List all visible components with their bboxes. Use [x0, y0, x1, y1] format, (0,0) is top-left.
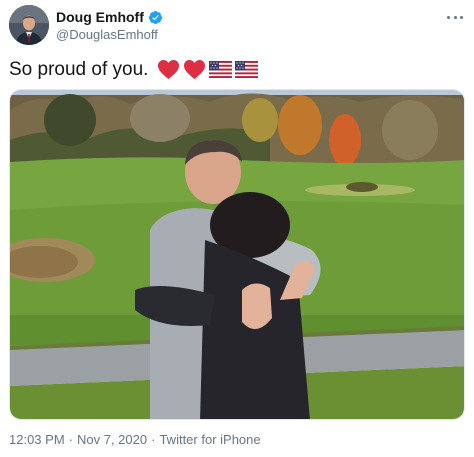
red-heart-icon — [158, 59, 180, 80]
tweet-text: So proud of you. — [9, 58, 259, 81]
tweet-time[interactable]: 12:03 PM — [9, 432, 65, 448]
more-dots-icon[interactable] — [447, 9, 463, 25]
avatar[interactable] — [9, 5, 49, 45]
author-name-row: Doug Emhoff — [56, 9, 163, 26]
author-display-name[interactable]: Doug Emhoff — [56, 9, 144, 26]
verified-badge-icon — [148, 10, 162, 25]
meta-separator: · — [151, 432, 156, 447]
tweet-text-content: So proud of you. — [9, 59, 149, 80]
tweet-source[interactable]: Twitter for iPhone — [159, 432, 260, 448]
tweet-date[interactable]: Nov 7, 2020 — [77, 432, 147, 448]
tweet-meta: 12:03 PM · Nov 7, 2020 · Twitter for iPh… — [9, 432, 261, 448]
us-flag-icon — [235, 61, 259, 78]
tweet-photo[interactable] — [9, 89, 465, 420]
author-handle[interactable]: @DouglasEmhoff — [56, 27, 158, 43]
red-heart-icon — [184, 59, 206, 80]
meta-separator: · — [68, 432, 73, 447]
us-flag-icon — [209, 61, 233, 78]
